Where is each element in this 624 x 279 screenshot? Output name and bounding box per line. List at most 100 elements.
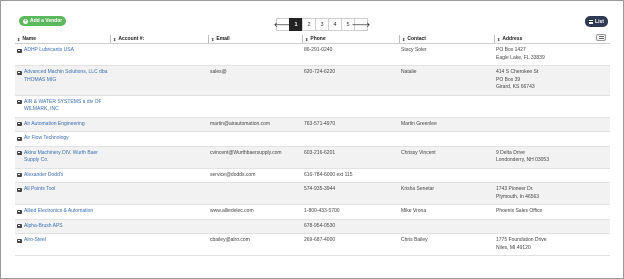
account-cell — [110, 169, 208, 183]
address-line: 414 S Cherokee St — [496, 69, 539, 75]
vendor-name-cell[interactable]: Advanced Machin Solutions, LLC dba THOMA… — [15, 66, 110, 95]
account-cell — [110, 118, 208, 132]
address-cell — [494, 169, 594, 183]
vendor-name-link[interactable]: Air Flow Technology — [24, 135, 69, 143]
vendor-name-link[interactable]: Akins Machinery DIV. Wurth Baer Supply C… — [24, 150, 108, 165]
vendor-name-cell[interactable]: Alexander Dodd's — [15, 169, 110, 183]
address-line: Plymouth, In 46563 — [496, 193, 540, 200]
page-1-button[interactable]: 1 — [289, 18, 303, 31]
address-cell — [494, 132, 594, 146]
vendor-name-cell[interactable]: ADHP Lubricants USA — [15, 44, 110, 65]
add-vendor-button[interactable]: + Add a Vendor — [19, 16, 66, 26]
vendor-name-link[interactable]: Allied Electronics & Automation — [24, 208, 93, 216]
vendor-card-icon — [17, 100, 22, 104]
address-cell — [494, 118, 594, 132]
table-row[interactable]: Alro-Steel cbailey@alro.com 269-687-4000 Ch… — [15, 234, 610, 256]
vendor-name-link[interactable]: Alexander Dodd's — [24, 172, 63, 180]
column-header-name[interactable]: ⬍ Name — [15, 35, 110, 43]
page-4-button[interactable]: 4 — [328, 18, 342, 31]
vendor-name-link[interactable]: AIR & WATER SYSTEMS a div OF WILMARK, IN… — [24, 99, 108, 114]
list-view-button[interactable]: List — [585, 16, 608, 27]
table-row[interactable]: Allied Electronics & Automation www.allie… — [15, 205, 610, 220]
vendor-card-icon — [17, 48, 22, 53]
table-row[interactable]: Advanced Machin Solutions, LLC dba THOMA… — [15, 66, 610, 96]
list-label: List — [595, 18, 604, 25]
email-cell: sales@ — [210, 69, 227, 75]
vendor-card-icon — [17, 122, 22, 126]
vendor-name-link[interactable]: All Points Tool — [24, 186, 55, 201]
email-cell — [208, 183, 302, 204]
account-cell — [110, 220, 208, 234]
phone-cell — [302, 96, 399, 117]
table-body: ADHP Lubricants USA 86-291-0240 Stacy Sole… — [15, 44, 610, 256]
phone-cell: 678-954-0530 — [304, 222, 336, 229]
vendor-name-cell[interactable]: Alpha-Brush APS — [15, 220, 110, 234]
vendor-card-icon — [17, 224, 22, 228]
table-header: ⬍ Name ⬍ Account #: ⬍ Email ⬍ Phone ⬍ Co… — [15, 35, 610, 44]
address-line: Girard, KS 66743 — [496, 84, 535, 90]
vendor-name-link[interactable]: Alpha-Brush APS — [24, 223, 63, 231]
vendor-name-cell[interactable]: All Points Tool — [15, 183, 110, 204]
vendor-name-link[interactable]: Air Automation Engineering — [24, 121, 85, 129]
table-row[interactable]: Air Automation Engineering martin@airauto… — [15, 117, 610, 132]
vendor-name-link[interactable]: Advanced Machin Solutions, LLC dba THOMA… — [24, 69, 108, 92]
vendor-card-icon — [17, 151, 22, 155]
vendors-table: ⬍ Name ⬍ Account #: ⬍ Email ⬍ Phone ⬍ Co… — [15, 35, 610, 256]
vendor-name-cell[interactable]: AIR & WATER SYSTEMS a div OF WILMARK, IN… — [15, 96, 110, 117]
address-line: 1775 Foundation Drive — [496, 237, 547, 243]
vendor-name-link[interactable]: ADHP Lubricants USA — [24, 47, 74, 62]
vendor-name-cell[interactable]: Akins Machinery DIV. Wurth Baer Supply C… — [15, 147, 110, 168]
vendor-card-icon — [17, 70, 22, 75]
vendor-name-cell[interactable]: Allied Electronics & Automation — [15, 205, 110, 219]
pagination: 🡐 1 2 3 4 5 🡒 — [274, 18, 370, 31]
column-header-phone[interactable]: ⬍ Phone — [302, 35, 399, 43]
account-cell — [110, 132, 208, 146]
vendors-page: + Add a Vendor 🡐 1 2 3 4 5 🡒 List ⬍ Name… — [0, 0, 624, 279]
vendor-name-cell[interactable]: Alro-Steel — [15, 234, 110, 255]
sort-icon: ⬍ — [497, 36, 501, 42]
contact-cell: Krisha Senetar — [401, 186, 435, 192]
address-line: 9 Delta Drive — [496, 149, 525, 156]
address-cell: 9 Delta Drive Londonderry, NH 03053 — [494, 147, 594, 168]
address-cell — [494, 220, 594, 234]
table-row[interactable]: AIR & WATER SYSTEMS a div OF WILMARK, IN… — [15, 96, 610, 118]
vendor-card-icon — [17, 173, 22, 177]
vendor-name-cell[interactable]: Air Automation Engineering — [15, 118, 110, 132]
page-2-button[interactable]: 2 — [302, 18, 316, 31]
column-header-contact[interactable]: ⬍ Contact — [399, 35, 494, 43]
sort-icon: ⬍ — [17, 36, 21, 42]
account-cell — [110, 96, 208, 117]
contact-cell: Natalie — [401, 69, 417, 75]
table-row[interactable]: ADHP Lubricants USA 86-291-0240 Stacy Sole… — [15, 44, 610, 66]
column-header-email[interactable]: ⬍ Email — [208, 35, 302, 43]
column-header-account[interactable]: ⬍ Account #: — [110, 35, 208, 43]
table-row[interactable]: Alexander Dodd's service@dodds.com 616-784… — [15, 169, 610, 183]
vendor-card-icon — [17, 136, 22, 141]
address-cell — [494, 96, 594, 117]
prev-page-button[interactable]: 🡐 — [274, 18, 292, 31]
vendor-name-link[interactable]: Alro-Steel — [24, 237, 46, 252]
table-row[interactable]: Air Flow Technology — [15, 132, 610, 147]
next-page-button[interactable]: 🡒 — [352, 18, 370, 31]
address-line: 1743 Pioneer Dr. — [496, 186, 534, 192]
phone-cell: 574-935-3944 — [304, 186, 336, 192]
address-cell: 1775 Foundation Drive Niles, MI 49120 — [494, 234, 594, 255]
email-cell: www.alliedelec.com — [210, 208, 254, 214]
phone-cell: 269-687-4000 — [304, 237, 336, 243]
table-row[interactable]: Akins Machinery DIV. Wurth Baer Supply C… — [15, 146, 610, 169]
vendor-card-icon — [17, 238, 22, 243]
page-3-button[interactable]: 3 — [315, 18, 329, 31]
sort-icon: ⬍ — [402, 36, 406, 42]
plus-icon: + — [23, 17, 28, 24]
phone-cell: 86-291-0240 — [304, 47, 333, 53]
vendor-name-cell[interactable]: Air Flow Technology — [15, 132, 110, 146]
sort-icon: ⬍ — [305, 36, 309, 42]
email-cell: cbailey@alro.com — [210, 237, 250, 243]
email-cell — [208, 220, 302, 234]
account-cell — [110, 44, 208, 65]
email-cell — [208, 132, 302, 146]
table-row[interactable]: Alpha-Brush APS 678-954-0530 — [15, 219, 610, 234]
address-line: PO Box 39 — [496, 76, 521, 83]
table-row[interactable]: All Points Tool 574-935-3944 Krisha Seneta… — [15, 183, 610, 205]
column-header-address[interactable]: ⬍ Address — [494, 35, 594, 43]
